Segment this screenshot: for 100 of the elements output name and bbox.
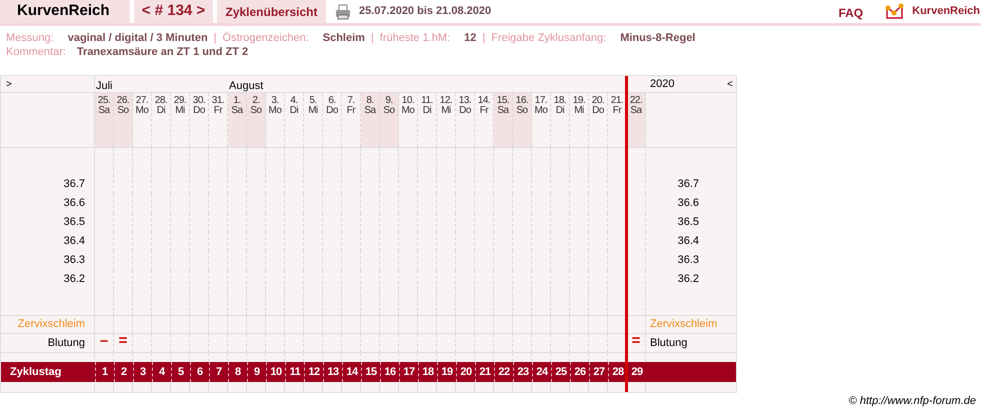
faq-link[interactable]: FAQ bbox=[838, 4, 864, 22]
row-label: Zyklustag bbox=[10, 364, 62, 380]
info-label: früheste 1.hM: bbox=[380, 30, 450, 46]
day-header-cell: 19. Mi bbox=[570, 93, 589, 147]
info-label: Östrogenzeichen: bbox=[222, 30, 309, 46]
cycle-day-number: 26 bbox=[574, 364, 586, 380]
row-label: Zervixschleim bbox=[650, 317, 718, 332]
next-button[interactable]: > bbox=[6, 77, 12, 92]
temperature-label: 36.2 bbox=[64, 272, 85, 288]
cycle-day-number: 9 bbox=[254, 364, 260, 380]
bleeding-mark: = bbox=[118, 334, 128, 348]
cycle-day-number: 24 bbox=[536, 364, 548, 380]
cycle-day-number: 7 bbox=[216, 364, 222, 380]
temperature-label: 36.3 bbox=[678, 253, 699, 268]
info-value: 12 bbox=[464, 30, 476, 46]
cycle-day-number: 4 bbox=[158, 364, 166, 380]
separator: | bbox=[370, 30, 374, 46]
cycle-nav-button[interactable]: < # 134 > bbox=[134, 0, 213, 23]
cycle-day-number: 23 bbox=[517, 364, 529, 380]
cycle-day-number: 25 bbox=[555, 364, 567, 380]
cycle-day-number: 29 bbox=[631, 364, 643, 380]
temperature-label: 36.7 bbox=[64, 177, 85, 192]
separator: | bbox=[482, 30, 486, 46]
temperature-label: 36.2 bbox=[678, 272, 699, 288]
day-header-cell: 28. Di bbox=[152, 93, 171, 147]
day-header-cell: 30. Do bbox=[190, 93, 209, 147]
day-header-cell: 16. So bbox=[513, 93, 532, 147]
cycle-day-number: 28 bbox=[612, 364, 624, 380]
temperature-label: 36.4 bbox=[678, 234, 699, 250]
day-header-cell: 18. Di bbox=[551, 93, 570, 147]
day-header-cell: 2. So bbox=[247, 93, 266, 147]
info-label: Messung: bbox=[6, 30, 54, 46]
day-header-cell: 26. So bbox=[114, 93, 133, 147]
day-header-cell: 3. Mo bbox=[266, 93, 285, 147]
month-label: Juli bbox=[96, 79, 113, 94]
day-header-cell: 5. Mi bbox=[304, 93, 323, 147]
day-header-cell: 20. Do bbox=[589, 93, 608, 147]
cycle-day-number: 27 bbox=[593, 364, 605, 380]
temperature-label: 36.6 bbox=[64, 196, 85, 212]
logo-text: KurvenReich bbox=[912, 4, 980, 20]
cycle-day-number: 19 bbox=[441, 364, 453, 380]
day-header-cell: 1. Sa bbox=[228, 93, 247, 147]
brand-title: KurvenReich bbox=[0, 0, 130, 23]
cycle-day-number: 1 bbox=[102, 364, 108, 380]
bleeding-mark: – bbox=[100, 334, 108, 348]
cycle-day-number: 22 bbox=[498, 364, 510, 380]
cycle-day-number: 13 bbox=[327, 364, 339, 380]
printer-icon[interactable] bbox=[335, 4, 351, 20]
temperature-label: 36.5 bbox=[678, 215, 699, 230]
cycle-day-number: 3 bbox=[140, 364, 146, 380]
day-header-cell: 27. Mo bbox=[133, 93, 152, 147]
cycle-day-number: 5 bbox=[178, 364, 184, 380]
month-label: August bbox=[229, 79, 264, 94]
overview-tab[interactable]: Zyklenübersicht bbox=[217, 0, 326, 23]
bleeding-mark: = bbox=[632, 334, 640, 348]
row-label: Blutung bbox=[650, 336, 688, 351]
comment-value: Tranexamsäure an ZT 1 und ZT 2 bbox=[76, 44, 248, 60]
day-header-cell: 9. So bbox=[380, 93, 399, 147]
date-range: 25.07.2020 bis 21.08.2020 bbox=[359, 4, 492, 20]
cycle-day-number: 11 bbox=[290, 364, 300, 380]
day-header-cell: 8. Sa bbox=[361, 93, 380, 147]
cycle-day-number: 15 bbox=[365, 364, 377, 380]
cycle-day-number: 10 bbox=[270, 364, 282, 380]
cycle-day-number: 8 bbox=[234, 364, 242, 380]
info-value: Minus-8-Regel bbox=[620, 30, 696, 46]
cycle-day-number: 2 bbox=[120, 364, 128, 380]
cycle-day-number: 12 bbox=[308, 364, 320, 380]
info-value: vaginal / digital / 3 Minuten bbox=[68, 30, 208, 46]
temperature-label: 36.3 bbox=[64, 253, 85, 268]
temperature-label: 36.5 bbox=[64, 215, 85, 230]
crown-chart-icon bbox=[885, 3, 906, 20]
day-header-cell: 11. Di bbox=[418, 93, 437, 147]
copyright-note: © http://www.nfp-forum.de bbox=[848, 394, 976, 409]
row-label: Zervixschleim bbox=[18, 317, 85, 332]
cycle-day-number: 16 bbox=[384, 364, 396, 380]
day-header-cell: 25. Sa bbox=[95, 93, 114, 147]
day-header-cell: 6. Do bbox=[323, 93, 342, 147]
cycle-day-number: 17 bbox=[403, 364, 415, 380]
temperature-label: 36.7 bbox=[678, 177, 699, 192]
cycle-day-number: 6 bbox=[196, 364, 204, 380]
day-header-cell: 12. Mi bbox=[437, 93, 456, 147]
previous-button[interactable]: < bbox=[727, 76, 733, 92]
year-label: 2020 bbox=[650, 76, 674, 92]
day-header-cell: 17. Mo bbox=[532, 93, 551, 147]
temperature-label: 36.4 bbox=[64, 234, 85, 250]
info-value: Schleim bbox=[322, 30, 365, 46]
cycle-day-number: 18 bbox=[422, 364, 434, 380]
cycle-day-number: 20 bbox=[460, 364, 472, 380]
day-header-cell: 29. Mi bbox=[171, 93, 190, 147]
temperature-label: 36.6 bbox=[678, 196, 699, 212]
day-header-cell: 22. Sa bbox=[627, 93, 646, 147]
row-label: Blutung bbox=[48, 336, 85, 351]
cycle-day-number: 21 bbox=[479, 364, 491, 380]
separator: | bbox=[214, 30, 217, 46]
day-header-cell: 15. Sa bbox=[494, 93, 513, 147]
day-header-cell: 10. Mo bbox=[399, 93, 418, 147]
day-header-cell: 13. Do bbox=[456, 93, 475, 147]
comment-label: Kommentar: bbox=[6, 44, 66, 60]
info-label: Freigabe Zyklusanfang: bbox=[491, 30, 606, 46]
cycle-day-number: 14 bbox=[346, 364, 358, 380]
